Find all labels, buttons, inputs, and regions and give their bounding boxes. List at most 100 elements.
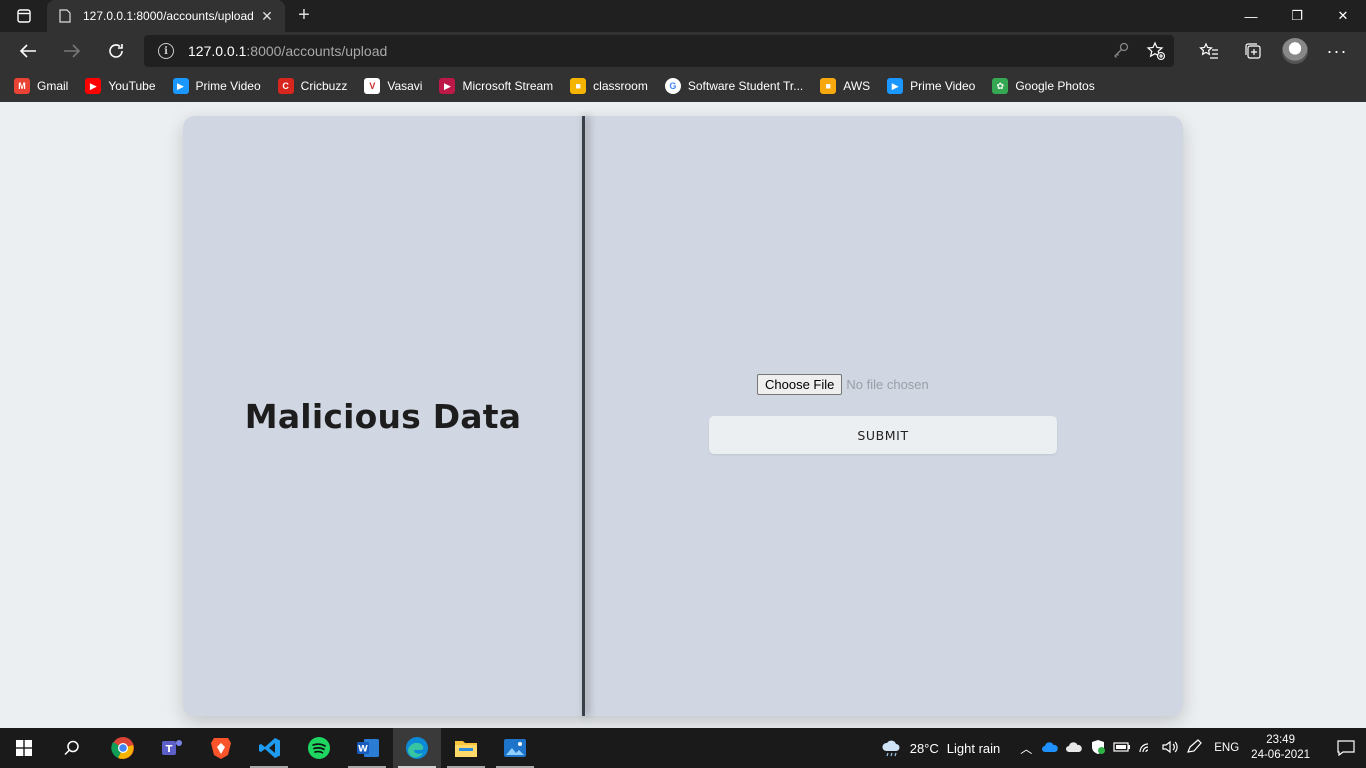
site-info-icon[interactable]: i [158,43,174,59]
tab-actions-icon[interactable] [8,4,40,28]
bookmark-item[interactable]: C Cricbuzz [277,78,348,94]
cricbuzz-icon: C [277,78,294,94]
teams-icon[interactable]: T [158,734,186,762]
bookmark-item[interactable]: G Software Student Tr... [664,78,804,94]
bookmark-item[interactable]: ✿ Google Photos [992,78,1095,94]
refresh-button[interactable] [101,37,131,65]
google-photos-icon: ✿ [992,78,1009,94]
browser-toolbar: i 127.0.0.1:8000/accounts/upload ··· [0,32,1366,70]
chrome-icon[interactable] [109,734,137,762]
weather-temp: 28°C [909,740,939,756]
google-icon: G [664,78,681,94]
bookmark-label: Prime Video [910,79,976,93]
browser-titlebar: 127.0.0.1:8000/accounts/upload ✕ + — ❐ ✕ [0,0,1366,32]
clock-time: 23:49 [1266,734,1295,746]
page-title: Malicious Data [244,396,522,436]
bookmark-item[interactable]: ■ classroom [570,78,648,94]
svg-text:W: W [358,745,368,755]
url-text[interactable]: 127.0.0.1:8000/accounts/upload [188,43,387,59]
volume-icon[interactable] [1158,740,1182,757]
pen-icon[interactable] [1182,738,1206,758]
windows-start-icon[interactable] [10,734,38,762]
weather-widget[interactable]: 28°C Light rain [880,739,1001,757]
more-menu-icon[interactable]: ··· [1322,37,1352,65]
refresh-icon [109,44,123,58]
youtube-icon: ▶ [85,78,102,94]
system-tray: 28°C Light rain ︿ ENG 23:49 24-06-2021 [880,728,1366,768]
upload-card: Malicious Data Choose File No file chose… [183,116,1183,716]
bookmark-label: Gmail [37,79,69,93]
wifi-icon[interactable] [1134,740,1158,757]
bookmark-item[interactable]: ▶ Prime Video [172,78,261,94]
page-icon [57,8,73,24]
classroom-icon: ■ [570,78,587,94]
battery-icon[interactable] [1110,741,1134,756]
bookmark-label: Prime Video [195,79,261,93]
favorites-icon[interactable] [1194,37,1224,65]
gmail-icon: M [14,78,30,94]
clock[interactable]: 23:49 24-06-2021 [1251,733,1310,763]
maximize-button[interactable]: ❐ [1274,0,1320,32]
vscode-icon[interactable] [256,734,284,762]
bookmark-label: Cricbuzz [300,79,348,93]
windows-taskbar: T W 28°C Light rain ︿ ENG 23:49 24-06-20… [0,728,1366,768]
search-icon[interactable] [58,734,86,762]
photos-icon[interactable] [501,734,529,762]
address-icons [1112,41,1166,61]
bookmark-item[interactable]: M Gmail [14,78,68,94]
toolbar-right-tools: ··· [1194,37,1352,65]
chevron-up-icon[interactable]: ︿ [1014,740,1038,757]
left-panel: Malicious Data [183,116,583,716]
close-tab-icon[interactable]: ✕ [259,8,275,25]
add-favorite-icon[interactable] [1146,41,1166,61]
bookmark-label: Google Photos [1015,79,1095,93]
collections-icon[interactable] [1238,37,1268,65]
bookmark-item[interactable]: ■ AWS [820,78,870,94]
file-input[interactable]: Choose File No file chosen [757,374,1059,395]
svg-text:T: T [166,744,173,755]
back-button[interactable] [13,37,43,65]
bookmark-label: Microsoft Stream [462,79,554,93]
bookmark-label: Software Student Tr... [687,79,804,93]
file-explorer-icon[interactable] [452,734,480,762]
key-icon[interactable] [1112,41,1130,59]
brave-icon[interactable] [207,734,235,762]
window-controls: — ❐ ✕ [1228,0,1366,32]
upload-form: Choose File No file chosen SUBMIT [709,374,1059,454]
back-arrow-icon [19,44,36,58]
bookmark-item[interactable]: ▶ Microsoft Stream [439,78,553,94]
forward-button[interactable] [57,37,87,65]
new-tab-button[interactable]: + [292,4,316,28]
clock-date: 24-06-2021 [1251,749,1310,761]
rain-cloud-icon [882,740,900,757]
edge-icon[interactable] [403,734,431,762]
close-window-button[interactable]: ✕ [1320,0,1366,32]
microsoft-stream-icon: ▶ [439,78,456,94]
aws-icon: ■ [820,78,837,94]
panel-divider [582,116,585,716]
prime-video-icon: ▶ [172,78,189,94]
security-shield-icon[interactable] [1086,739,1110,758]
bookmark-label: Vasavi [387,79,423,93]
submit-button[interactable]: SUBMIT [709,416,1057,454]
profile-avatar[interactable] [1282,38,1308,64]
browser-tab-active[interactable]: 127.0.0.1:8000/accounts/upload ✕ [47,0,285,32]
bookmark-label: YouTube [108,79,156,93]
prime-video-icon: ▶ [887,78,904,94]
cloud-icon[interactable] [1062,741,1086,756]
notifications-icon[interactable] [1326,728,1366,768]
bookmark-item[interactable]: V Vasavi [364,78,422,94]
onedrive-icon[interactable] [1038,741,1062,756]
word-icon[interactable]: W [354,734,382,762]
spotify-icon[interactable] [305,734,333,762]
minimize-button[interactable]: — [1228,0,1274,32]
bookmark-label: AWS [843,79,871,93]
choose-file-button[interactable]: Choose File [757,374,843,395]
forward-arrow-icon [64,44,81,58]
vasavi-icon: V [364,78,381,94]
bookmark-item[interactable]: ▶ YouTube [85,78,156,94]
address-bar[interactable]: i 127.0.0.1:8000/accounts/upload [144,35,1174,67]
language-indicator[interactable]: ENG [1214,742,1239,754]
weather-desc: Light rain [946,740,1001,756]
bookmark-item[interactable]: ▶ Prime Video [887,78,975,94]
